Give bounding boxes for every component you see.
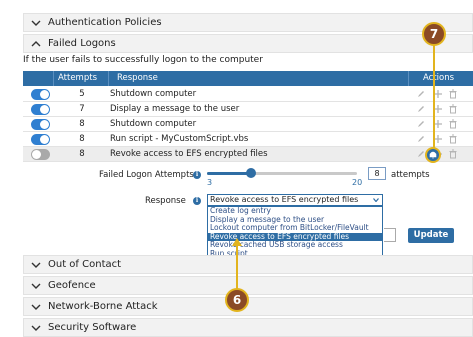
edit-icon[interactable] — [416, 134, 426, 144]
chevron-down-icon — [31, 20, 41, 26]
toggle-knob — [40, 105, 49, 114]
response-cell: Shutdown computer — [110, 89, 197, 99]
section-title: Network-Borne Attack — [48, 301, 158, 312]
callout-6: 6 — [225, 288, 249, 312]
table-row[interactable]: 7 Display a message to the user — [23, 102, 473, 117]
attempts-slider-handle[interactable] — [246, 168, 256, 178]
update-button[interactable]: Update — [408, 228, 454, 243]
trash-icon[interactable] — [448, 119, 458, 129]
response-cell: Shutdown computer — [110, 119, 197, 129]
slider-max-label: 20 — [352, 178, 363, 187]
chevron-down-icon — [31, 304, 41, 310]
header-response: Response — [117, 73, 158, 83]
section-title: Failed Logons — [48, 38, 116, 49]
callout-7-line — [433, 44, 435, 148]
callout-7: 7 — [422, 22, 446, 46]
info-icon[interactable]: i — [193, 171, 201, 179]
slider-min-label: 3 — [207, 178, 213, 187]
enabled-toggle[interactable] — [31, 149, 50, 160]
bell-icon[interactable] — [425, 147, 441, 163]
section-failed-logons[interactable]: Failed Logons — [23, 34, 473, 53]
enabled-toggle[interactable] — [31, 104, 50, 115]
attempts-cell: 8 — [79, 119, 85, 129]
trash-icon[interactable] — [448, 104, 458, 114]
failed-logon-attempts-label: Failed Logon Attempts — [99, 170, 194, 180]
attempts-slider-fill — [207, 172, 251, 175]
intro-text: If the user fails to successfully logon … — [23, 55, 263, 65]
header-attempts: Attempts — [58, 73, 97, 83]
trash-icon[interactable] — [448, 149, 458, 159]
trash-icon[interactable] — [448, 89, 458, 99]
info-icon[interactable]: i — [193, 197, 201, 205]
callout-6-line — [236, 244, 238, 290]
table-header: Attempts Response Actions — [23, 71, 473, 86]
section-title: Authentication Policies — [48, 17, 162, 28]
edit-icon[interactable] — [416, 119, 426, 129]
section-authentication-policies[interactable]: Authentication Policies — [23, 13, 473, 32]
chevron-down-icon — [31, 325, 41, 331]
attempts-input[interactable]: 8 — [368, 167, 386, 180]
response-cell: Revoke access to EFS encrypted files — [110, 149, 268, 159]
table-row[interactable]: 8 Run script - MyCustomScript.vbs — [23, 132, 473, 147]
table-row[interactable]: 8 Shutdown computer — [23, 117, 473, 132]
response-cell: Run script - MyCustomScript.vbs — [110, 134, 249, 144]
section-collapsed[interactable]: Out of Contact — [23, 255, 473, 274]
table-row[interactable]: 8 Revoke access to EFS encrypted files — [23, 147, 473, 162]
chevron-down-icon — [31, 283, 41, 289]
response-label: Response — [145, 196, 186, 206]
enabled-toggle[interactable] — [31, 134, 50, 145]
response-select-value: Revoke access to EFS encrypted files — [210, 195, 359, 204]
enabled-toggle[interactable] — [31, 119, 50, 130]
edit-icon[interactable] — [416, 104, 426, 114]
section-collapsed[interactable]: Security Software — [23, 318, 473, 337]
response-select[interactable]: Revoke access to EFS encrypted files — [207, 194, 383, 206]
attempts-cell: 8 — [79, 149, 85, 159]
attempts-suffix: attempts — [391, 170, 430, 180]
attempts-cell: 7 — [79, 104, 85, 114]
edit-icon[interactable] — [416, 89, 426, 99]
header-actions: Actions — [423, 73, 455, 83]
toggle-knob — [40, 90, 49, 99]
toggle-knob — [40, 120, 49, 129]
attempts-cell: 8 — [79, 134, 85, 144]
response-cell: Display a message to the user — [110, 104, 240, 114]
arrow-up-icon — [232, 238, 242, 246]
toggle-knob — [32, 150, 41, 159]
section-title: Geofence — [48, 280, 96, 291]
section-collapsed[interactable]: Geofence — [23, 276, 473, 295]
chevron-up-icon — [31, 41, 41, 47]
toggle-knob — [40, 135, 49, 144]
chevron-down-icon — [31, 262, 41, 268]
section-title: Security Software — [48, 322, 137, 333]
trash-icon[interactable] — [448, 134, 458, 144]
attempts-cell: 5 — [79, 89, 85, 99]
table-row[interactable]: 5 Shutdown computer — [23, 87, 473, 102]
cancel-button[interactable] — [384, 228, 396, 242]
enabled-toggle[interactable] — [31, 89, 50, 100]
section-title: Out of Contact — [48, 259, 122, 270]
chevron-down-icon — [373, 198, 379, 202]
